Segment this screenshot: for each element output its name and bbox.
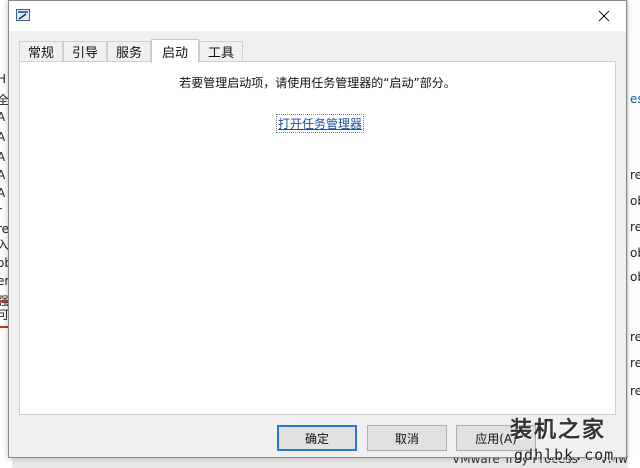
bg-left-text: H — [0, 72, 7, 86]
tab-startup[interactable]: 启动 — [151, 39, 199, 63]
open-task-manager-link[interactable]: 打开任务管理器 — [276, 114, 365, 133]
bg-left-text: r — [0, 204, 2, 218]
tab-boot[interactable]: 引导 — [63, 41, 107, 61]
bg-left-text: A — [0, 150, 6, 164]
bg-left-text: A — [0, 186, 6, 200]
background-window-right: es re ob re ob ob re re re — [628, 0, 640, 468]
bg-left-text: A — [0, 110, 6, 124]
bg-right-text: ob — [630, 270, 640, 284]
bg-left-text: A — [0, 130, 6, 144]
tab-general[interactable]: 常规 — [19, 41, 63, 61]
system-configuration-dialog: 常规 引导 服务 启动 工具 若要管理启动项，请使用任务管理器的“启动”部分。 … — [8, 0, 627, 458]
bg-right-text: re — [630, 168, 640, 182]
app-icon — [16, 9, 30, 21]
bg-right-text: es — [630, 92, 640, 106]
close-icon — [598, 10, 610, 22]
startup-tab-panel: 若要管理启动项，请使用任务管理器的“启动”部分。 打开任务管理器 — [19, 61, 616, 415]
title-bar[interactable] — [9, 1, 626, 31]
bg-right-text: ob — [630, 246, 640, 260]
apply-button[interactable]: 应用(A) — [456, 425, 536, 451]
cancel-button[interactable]: 取消 — [367, 425, 447, 451]
bg-left-text: A — [0, 168, 6, 182]
bg-right-text: re — [630, 330, 640, 344]
close-button[interactable] — [582, 1, 626, 31]
startup-message: 若要管理启动项，请使用任务管理器的“启动”部分。 — [179, 76, 456, 90]
tab-tools[interactable]: 工具 — [199, 41, 243, 61]
ok-button[interactable]: 确定 — [277, 425, 357, 451]
bg-right-text: ob — [630, 194, 640, 208]
tab-services[interactable]: 服务 — [107, 41, 151, 61]
bg-right-text: re — [630, 356, 640, 370]
bg-right-text: re — [630, 220, 640, 234]
bg-right-text: re — [630, 384, 640, 398]
